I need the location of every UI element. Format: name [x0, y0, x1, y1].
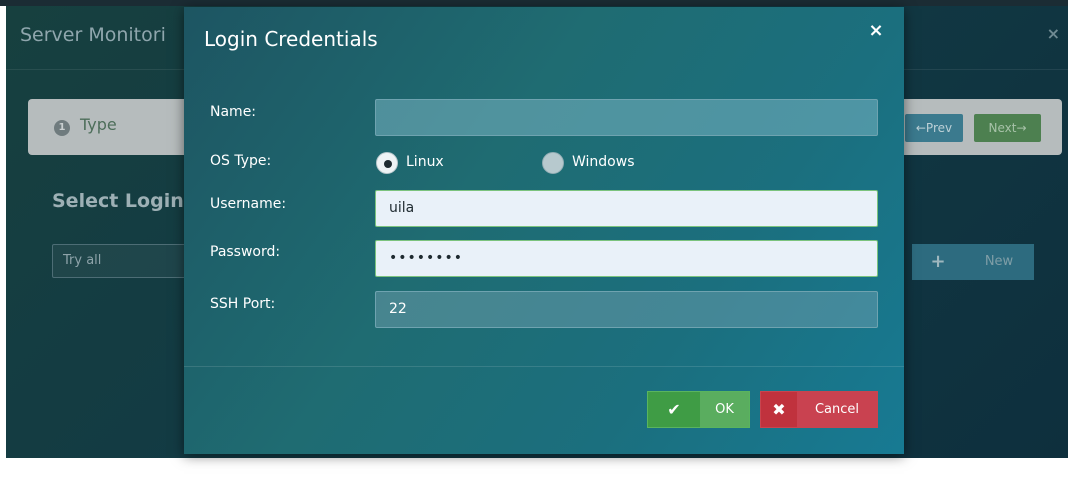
new-credential-button[interactable]: New: [964, 244, 1034, 280]
cancel-button[interactable]: ✖ Cancel: [760, 391, 878, 428]
name-label: Name:: [210, 104, 257, 120]
add-icon[interactable]: +: [912, 244, 964, 280]
dialog-divider: [184, 366, 904, 367]
os-type-label: OS Type:: [210, 153, 272, 169]
credential-selector[interactable]: Try all: [52, 244, 202, 278]
username-input[interactable]: uila: [375, 190, 878, 227]
os-radio-windows[interactable]: Windows: [542, 152, 652, 174]
ssh-port-label: SSH Port:: [210, 296, 276, 312]
radio-checked-icon: [376, 152, 398, 174]
close-x-icon: ✖: [772, 400, 786, 419]
dialog-header: Login Credentials ×: [184, 7, 904, 75]
checkmark-icon: ✔: [667, 400, 681, 419]
ssh-port-input[interactable]: 22: [375, 291, 878, 328]
ok-button[interactable]: ✔ OK: [647, 391, 750, 428]
password-label: Password:: [210, 244, 281, 260]
prev-button[interactable]: ←Prev: [905, 114, 963, 142]
os-radio-linux[interactable]: Linux: [376, 152, 466, 174]
radio-label-linux: Linux: [406, 154, 444, 170]
radio-unchecked-icon: [542, 152, 564, 174]
step-number-badge: 1: [54, 120, 70, 136]
name-input[interactable]: [375, 99, 878, 136]
ok-label: OK: [715, 402, 734, 417]
close-icon[interactable]: ×: [864, 19, 888, 43]
cancel-label: Cancel: [814, 402, 860, 417]
radio-label-windows: Windows: [572, 154, 635, 170]
select-login-heading: Select Login: [52, 190, 184, 212]
wizard-nav: ←Prev Next→: [896, 99, 1062, 155]
window-close-icon[interactable]: ×: [1047, 24, 1060, 43]
login-credentials-dialog: Login Credentials × Name: OS Type: Linux…: [184, 7, 904, 454]
password-input[interactable]: ••••••••: [375, 240, 878, 277]
step-label: Type: [80, 115, 117, 134]
username-label: Username:: [210, 196, 287, 212]
window-title: Server Monitori: [20, 24, 166, 46]
next-button[interactable]: Next→: [974, 114, 1041, 142]
dialog-title: Login Credentials: [204, 27, 378, 51]
wizard-step-type[interactable]: 1 Type: [28, 99, 188, 155]
